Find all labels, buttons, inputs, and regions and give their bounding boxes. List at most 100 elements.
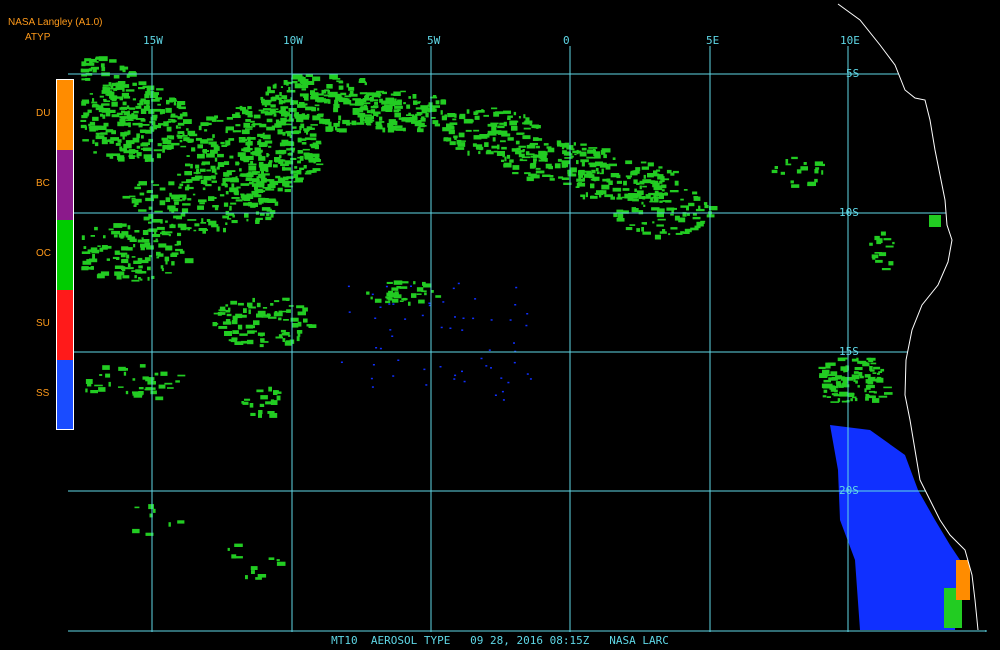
oc-cloud-pixel bbox=[275, 175, 281, 179]
oc-cloud-pixel bbox=[206, 153, 215, 158]
ss-speck bbox=[454, 374, 457, 377]
oc-cloud-pixel bbox=[165, 107, 172, 113]
oc-cloud-pixel bbox=[276, 561, 286, 566]
oc-cloud-pixel bbox=[173, 199, 183, 202]
oc-cloud-pixel bbox=[212, 134, 215, 138]
ss-speck bbox=[490, 367, 492, 369]
oc-cloud-pixel bbox=[142, 85, 148, 88]
oc-cloud-pixel bbox=[203, 175, 212, 181]
oc-cloud-pixel bbox=[141, 135, 144, 139]
oc-cloud-pixel bbox=[622, 188, 630, 191]
oc-cloud-pixel bbox=[373, 111, 381, 115]
oc-cloud-pixel bbox=[119, 119, 125, 122]
oc-cloud-pixel bbox=[179, 183, 184, 187]
oc-cloud-pixel bbox=[143, 216, 150, 221]
oc-cloud-pixel bbox=[576, 149, 579, 155]
oc-cloud-pixel bbox=[497, 131, 507, 135]
oc-cloud-pixel bbox=[854, 398, 858, 402]
oc-cloud-pixel bbox=[231, 320, 238, 325]
oc-cloud-pixel bbox=[533, 137, 539, 141]
oc-cloud-pixel bbox=[837, 357, 846, 362]
oc-cloud-pixel bbox=[704, 205, 709, 209]
ss-speck bbox=[501, 390, 504, 393]
oc-cloud-pixel bbox=[239, 168, 242, 172]
oc-cloud-pixel bbox=[148, 504, 154, 510]
oc-cloud-pixel bbox=[475, 110, 479, 115]
oc-cloud-pixel bbox=[506, 154, 511, 159]
oc-cloud-pixel bbox=[245, 111, 253, 116]
oc-cloud-pixel bbox=[309, 127, 315, 130]
oc-cloud-pixel bbox=[247, 302, 253, 307]
oc-cloud-pixel bbox=[263, 99, 272, 103]
oc-cloud-pixel bbox=[871, 254, 879, 259]
oc-cloud-pixel bbox=[394, 112, 401, 118]
legend-label-bc: BC bbox=[36, 178, 50, 189]
oc-cloud-pixel bbox=[117, 223, 127, 227]
oc-cloud-pixel bbox=[518, 145, 526, 148]
oc-cloud-pixel bbox=[656, 224, 664, 227]
oc-cloud-pixel bbox=[137, 156, 140, 159]
oc-cloud-pixel bbox=[268, 386, 272, 392]
oc-cloud-pixel bbox=[852, 396, 857, 399]
oc-cloud-pixel bbox=[140, 148, 150, 150]
oc-cloud-pixel bbox=[116, 153, 121, 158]
oc-cloud-pixel bbox=[411, 293, 417, 298]
oc-cloud-pixel bbox=[875, 259, 883, 263]
oc-cloud-pixel bbox=[650, 180, 654, 184]
oc-cloud-pixel bbox=[883, 238, 892, 241]
oc-cloud-pixel bbox=[214, 172, 218, 175]
oc-cloud-pixel bbox=[642, 185, 647, 188]
oc-cloud-pixel bbox=[576, 160, 579, 165]
oc-cloud-pixel bbox=[122, 87, 125, 92]
oc-cloud-pixel bbox=[224, 331, 232, 336]
oc-cloud-pixel bbox=[280, 329, 286, 333]
oc-cloud-pixel bbox=[321, 118, 331, 123]
oc-cloud-pixel bbox=[129, 119, 132, 121]
oc-cloud-pixel bbox=[522, 135, 531, 140]
oc-cloud-pixel bbox=[301, 88, 307, 91]
oc-cloud-pixel bbox=[179, 250, 185, 254]
oc-cloud-pixel bbox=[850, 398, 853, 402]
oc-cloud-pixel bbox=[297, 137, 302, 143]
oc-cloud-pixel bbox=[585, 192, 588, 198]
oc-cloud-pixel bbox=[421, 290, 427, 293]
oc-cloud-pixel bbox=[139, 364, 146, 368]
oc-cloud-pixel bbox=[599, 172, 604, 175]
oc-cloud-pixel bbox=[294, 112, 299, 116]
oc-cloud-pixel bbox=[586, 172, 593, 177]
oc-cloud-pixel bbox=[297, 104, 306, 108]
oc-cloud-pixel bbox=[864, 374, 871, 378]
oc-cloud-pixel bbox=[238, 139, 246, 143]
oc-cloud-pixel bbox=[493, 150, 499, 153]
oc-cloud-pixel bbox=[624, 193, 632, 199]
oc-cloud-pixel bbox=[549, 178, 555, 181]
oc-cloud-pixel bbox=[282, 166, 286, 171]
oc-cloud-pixel bbox=[564, 142, 570, 146]
oc-cloud-pixel bbox=[616, 174, 621, 179]
oc-cloud-pixel bbox=[266, 118, 273, 123]
oc-cloud-pixel bbox=[869, 242, 873, 246]
data-source-label: NASA Langley (A1.0) bbox=[8, 17, 103, 28]
oc-cloud-pixel bbox=[240, 156, 246, 161]
oc-cloud-pixel bbox=[632, 170, 637, 176]
oc-cloud-pixel bbox=[255, 217, 263, 220]
oc-cloud-pixel bbox=[220, 141, 225, 145]
oc-cloud-pixel bbox=[262, 132, 265, 135]
oc-cloud-pixel bbox=[558, 176, 564, 179]
oc-cloud-pixel bbox=[158, 243, 167, 248]
oc-cloud-pixel bbox=[548, 165, 553, 170]
oc-cloud-pixel bbox=[121, 258, 128, 261]
oc-cloud-pixel bbox=[217, 226, 220, 232]
oc-cloud-pixel bbox=[157, 103, 161, 106]
oc-cloud-pixel bbox=[115, 82, 124, 85]
oc-cloud-pixel bbox=[265, 188, 275, 191]
oc-cloud-pixel bbox=[282, 131, 286, 136]
oc-cloud-pixel bbox=[360, 106, 368, 111]
oc-cloud-pixel bbox=[280, 106, 289, 109]
oc-cloud-pixel bbox=[391, 287, 399, 291]
oc-cloud-pixel bbox=[523, 114, 526, 119]
oc-cloud-pixel bbox=[157, 143, 162, 147]
oc-cloud-pixel bbox=[137, 270, 143, 274]
oc-cloud-pixel bbox=[315, 159, 321, 162]
oc-cloud-pixel bbox=[174, 201, 179, 205]
